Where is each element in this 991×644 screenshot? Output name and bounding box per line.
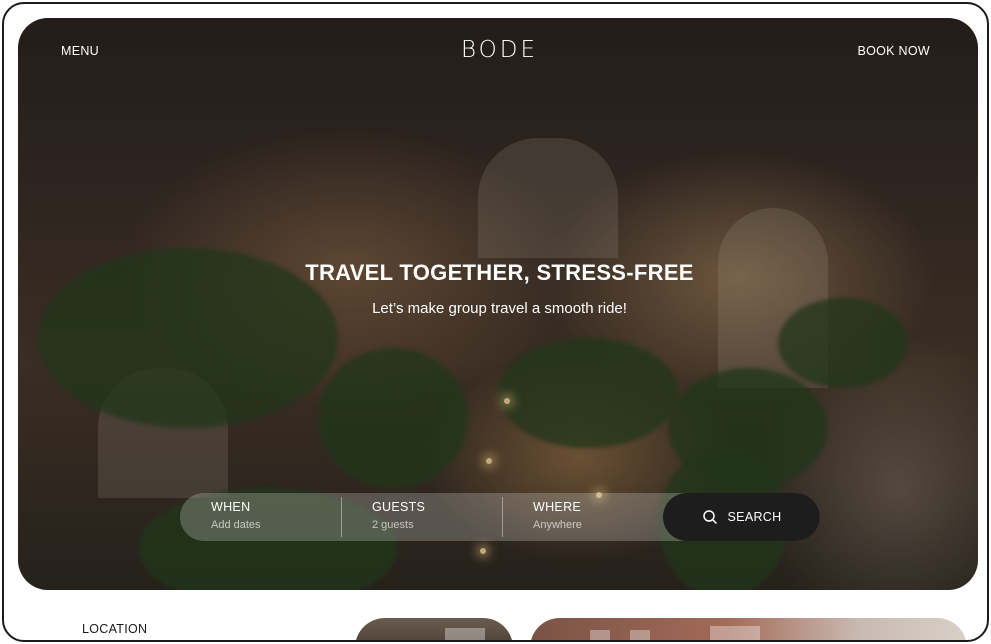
location-card-image[interactable]	[530, 618, 967, 640]
when-field[interactable]: WHEN Add dates	[180, 493, 341, 541]
when-label: WHEN	[211, 500, 251, 514]
brand-logo[interactable]: BODE	[4, 37, 987, 63]
hero-subheadline: Let’s make group travel a smooth ride!	[372, 300, 627, 317]
device-frame: MENU BODE BOOK NOW TRAVEL TOGETHER, STRE…	[2, 2, 989, 642]
search-button[interactable]: SEARCH	[663, 493, 820, 541]
location-section-label: LOCATION	[82, 622, 148, 636]
hero-headline: TRAVEL TOGETHER, STRESS-FREE	[305, 260, 694, 285]
search-icon	[702, 510, 717, 525]
search-button-label: SEARCH	[727, 510, 782, 524]
guests-placeholder: 2 guests	[372, 519, 414, 531]
where-field[interactable]: WHERE Anywhere	[502, 493, 663, 541]
book-now-button[interactable]: BOOK NOW	[857, 44, 930, 58]
location-card-image[interactable]	[355, 618, 513, 640]
where-label: WHERE	[533, 500, 582, 514]
where-placeholder: Anywhere	[533, 519, 582, 531]
guests-field[interactable]: GUESTS 2 guests	[341, 493, 502, 541]
when-placeholder: Add dates	[211, 519, 261, 531]
search-bar: WHEN Add dates GUESTS 2 guests WHERE Any…	[180, 493, 820, 541]
guests-label: GUESTS	[372, 500, 426, 514]
